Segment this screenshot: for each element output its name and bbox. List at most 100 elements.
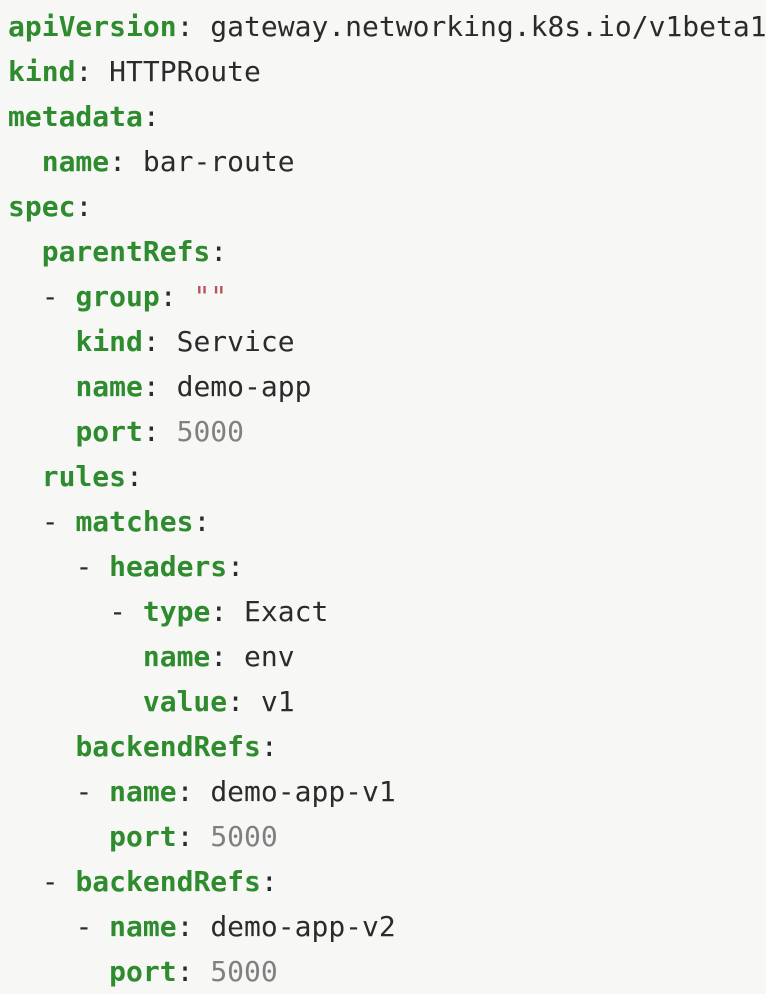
- yaml-key: type: [142, 595, 211, 628]
- yaml-key: value: [142, 685, 228, 718]
- yaml-value: 5000: [210, 955, 278, 988]
- yaml-indent: [8, 955, 109, 988]
- yaml-key: name: [142, 640, 211, 673]
- yaml-indent: [8, 595, 109, 628]
- yaml-indent: [8, 865, 42, 898]
- code-line: apiVersion: gateway.networking.k8s.io/v1…: [8, 4, 766, 49]
- yaml-punct: :: [176, 910, 211, 943]
- code-line: - group: "": [8, 274, 766, 319]
- yaml-punct: :: [227, 685, 261, 718]
- yaml-dash: -: [41, 505, 76, 538]
- yaml-key: port: [109, 955, 177, 988]
- yaml-key: name: [109, 775, 177, 808]
- yaml-punct: :: [109, 145, 143, 178]
- code-line: name: bar-route: [8, 139, 766, 184]
- yaml-indent: [8, 460, 42, 493]
- yaml-value: demo-app-v1: [210, 775, 396, 808]
- yaml-punct: :: [210, 235, 228, 268]
- yaml-punct: :: [193, 505, 211, 538]
- yaml-key: name: [109, 910, 177, 943]
- yaml-value: 5000: [210, 820, 278, 853]
- yaml-value: demo-app-v2: [210, 910, 396, 943]
- yaml-value: "": [193, 280, 228, 313]
- yaml-key: backendRefs: [75, 865, 261, 898]
- yaml-key: port: [75, 415, 143, 448]
- code-line: - name: demo-app-v1: [8, 769, 766, 814]
- yaml-value: 5000: [176, 415, 245, 448]
- yaml-dash: -: [109, 595, 143, 628]
- yaml-indent: [8, 415, 75, 448]
- yaml-dash: -: [41, 280, 76, 313]
- code-line: rules:: [8, 454, 766, 499]
- yaml-punct: :: [142, 100, 160, 133]
- yaml-key: rules: [41, 460, 127, 493]
- yaml-indent: [8, 145, 42, 178]
- yaml-punct: :: [142, 370, 177, 403]
- yaml-key: name: [41, 145, 110, 178]
- yaml-key: apiVersion: [8, 10, 177, 43]
- yaml-value: env: [244, 640, 295, 673]
- yaml-value: bar-route: [142, 145, 295, 178]
- yaml-punct: :: [176, 775, 211, 808]
- yaml-punct: :: [227, 550, 245, 583]
- yaml-punct: :: [126, 460, 143, 493]
- yaml-indent: [8, 505, 42, 538]
- yaml-value: demo-app: [176, 370, 312, 403]
- yaml-punct: :: [210, 595, 245, 628]
- yaml-value: HTTPRoute: [109, 55, 261, 88]
- code-line: metadata:: [8, 94, 766, 139]
- yaml-dash: -: [41, 865, 76, 898]
- yaml-key: kind: [75, 325, 143, 358]
- yaml-indent: [8, 730, 75, 763]
- yaml-key: matches: [75, 505, 194, 538]
- yaml-key: headers: [109, 550, 228, 583]
- code-line: - type: Exact: [8, 589, 766, 634]
- yaml-indent: [8, 910, 75, 943]
- yaml-punct: :: [159, 280, 194, 313]
- code-line: - name: demo-app-v2: [8, 904, 766, 949]
- yaml-key: metadata: [8, 100, 143, 133]
- yaml-punct: :: [176, 820, 211, 853]
- code-line: value: v1: [8, 679, 766, 724]
- yaml-punct: :: [176, 10, 211, 43]
- yaml-punct: :: [142, 415, 177, 448]
- code-line: name: env: [8, 634, 766, 679]
- code-line: port: 5000: [8, 949, 766, 994]
- yaml-punct: :: [176, 955, 211, 988]
- yaml-punct: :: [142, 325, 177, 358]
- yaml-dash: -: [75, 910, 110, 943]
- yaml-dash: -: [75, 775, 110, 808]
- yaml-indent: [8, 325, 75, 358]
- yaml-value: gateway.networking.k8s.io/v1beta1: [210, 10, 766, 43]
- yaml-value: Exact: [244, 595, 329, 628]
- yaml-key: backendRefs: [75, 730, 261, 763]
- code-line: parentRefs:: [8, 229, 766, 274]
- code-line: kind: HTTPRoute: [8, 49, 766, 94]
- code-line: - backendRefs:: [8, 859, 766, 904]
- yaml-key: kind: [8, 55, 76, 88]
- code-line: - headers:: [8, 544, 766, 589]
- yaml-punct: :: [260, 865, 278, 898]
- yaml-code-block[interactable]: apiVersion: gateway.networking.k8s.io/v1…: [0, 0, 766, 994]
- yaml-key: parentRefs: [41, 235, 211, 268]
- yaml-punct: :: [75, 190, 93, 223]
- yaml-key: group: [75, 280, 160, 313]
- yaml-indent: [8, 685, 143, 718]
- code-line: kind: Service: [8, 319, 766, 364]
- yaml-indent: [8, 370, 75, 403]
- yaml-indent: [8, 550, 75, 583]
- yaml-indent: [8, 280, 42, 313]
- code-line: backendRefs:: [8, 724, 766, 769]
- yaml-dash: -: [75, 550, 110, 583]
- yaml-punct: :: [210, 640, 245, 673]
- yaml-indent: [8, 640, 143, 673]
- yaml-key: name: [75, 370, 143, 403]
- yaml-key: spec: [8, 190, 76, 223]
- yaml-indent: [8, 820, 109, 853]
- code-line: - matches:: [8, 499, 766, 544]
- yaml-punct: :: [75, 55, 110, 88]
- yaml-key: port: [109, 820, 177, 853]
- code-line: spec:: [8, 184, 766, 229]
- yaml-punct: :: [260, 730, 278, 763]
- yaml-indent: [8, 235, 42, 268]
